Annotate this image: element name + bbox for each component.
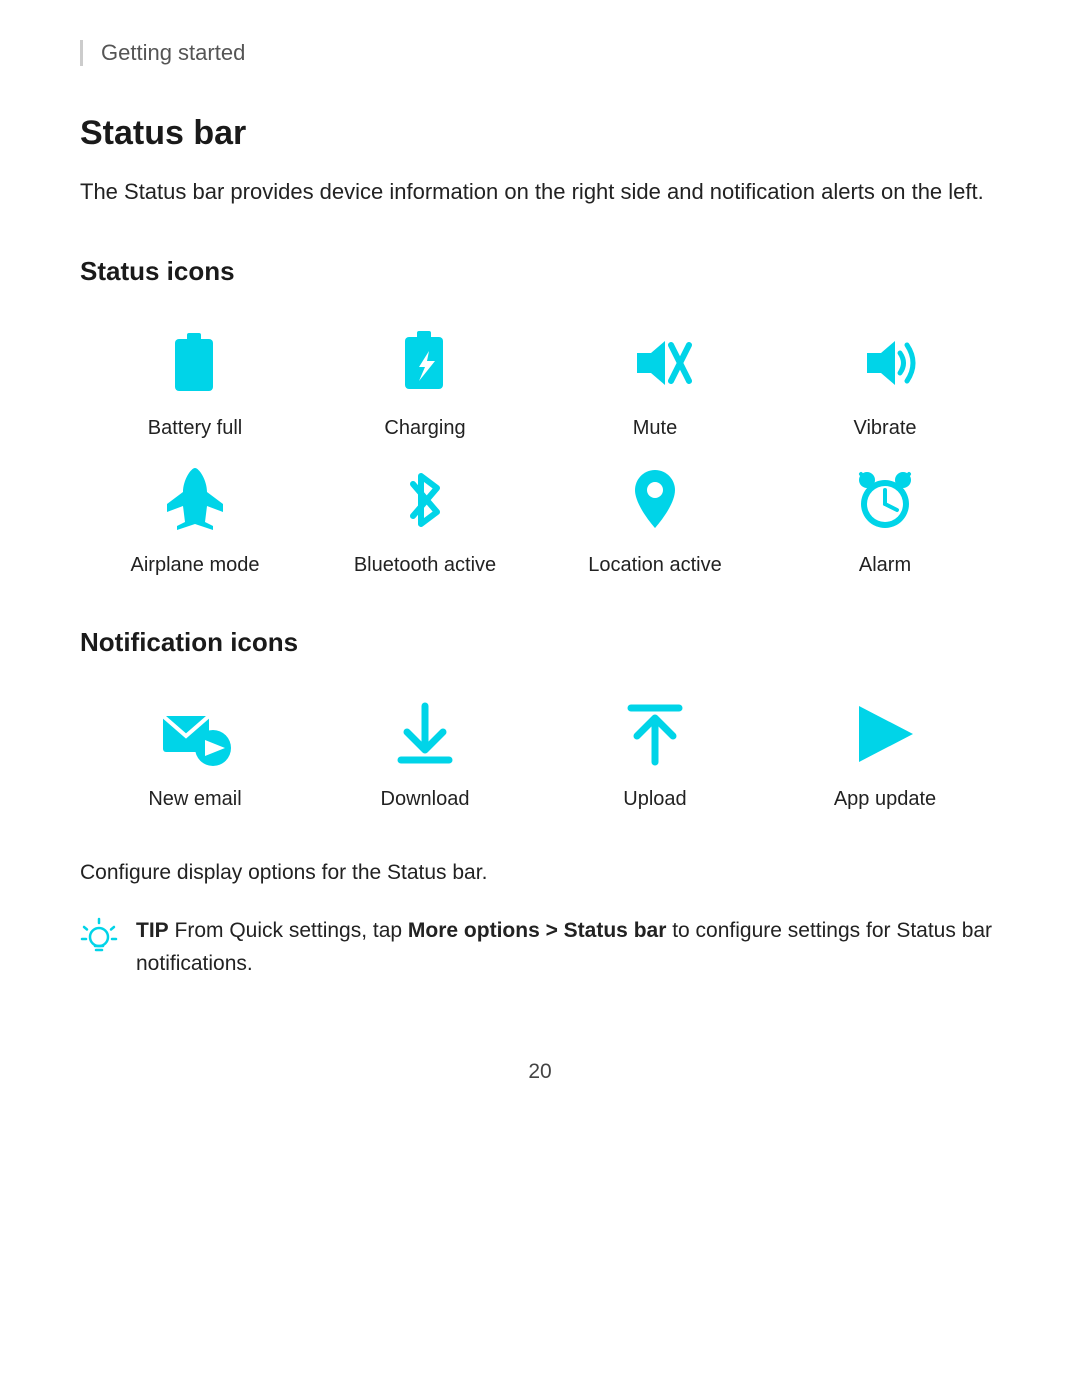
- mute-label: Mute: [633, 417, 677, 440]
- icon-cell-airplane: Airplane mode: [80, 460, 310, 577]
- tip-content: TIP From Quick settings, tap More option…: [136, 915, 1000, 980]
- download-icon: [385, 694, 465, 774]
- airplane-icon: [155, 460, 235, 540]
- icon-cell-upload: Upload: [540, 694, 770, 811]
- app-update-label: App update: [834, 788, 936, 811]
- icon-cell-mute: Mute: [540, 323, 770, 440]
- battery-full-icon: [155, 323, 235, 403]
- download-label: Download: [381, 788, 470, 811]
- location-label: Location active: [588, 554, 721, 577]
- page-number: 20: [80, 1060, 1000, 1084]
- icon-cell-bluetooth: Bluetooth active: [310, 460, 540, 577]
- status-icons-grid: Battery full Charging Mute Vibrate: [80, 323, 1000, 577]
- app-update-icon: [845, 694, 925, 774]
- alarm-icon: [845, 460, 925, 540]
- notification-icons-grid: New email Download Upload App update: [80, 694, 1000, 811]
- icon-cell-vibrate: Vibrate: [770, 323, 1000, 440]
- bluetooth-icon: [385, 460, 465, 540]
- configure-text: Configure display options for the Status…: [80, 861, 1000, 885]
- icon-cell-alarm: Alarm: [770, 460, 1000, 577]
- upload-icon: [615, 694, 695, 774]
- mute-icon: [615, 323, 695, 403]
- location-icon: [615, 460, 695, 540]
- tip-text: From Quick settings, tap: [169, 919, 408, 942]
- tip-label: TIP: [136, 919, 169, 942]
- tip-bold-text: More options > Status bar: [408, 919, 666, 942]
- email-label: New email: [148, 788, 241, 811]
- battery-full-label: Battery full: [148, 417, 242, 440]
- icon-cell-location: Location active: [540, 460, 770, 577]
- airplane-label: Airplane mode: [131, 554, 260, 577]
- icon-cell-charging: Charging: [310, 323, 540, 440]
- notification-icons-heading: Notification icons: [80, 627, 1000, 658]
- icon-cell-email: New email: [80, 694, 310, 811]
- tip-box: TIP From Quick settings, tap More option…: [80, 915, 1000, 980]
- vibrate-label: Vibrate: [853, 417, 916, 440]
- icon-cell-app-update: App update: [770, 694, 1000, 811]
- breadcrumb: Getting started: [80, 40, 1000, 66]
- alarm-label: Alarm: [859, 554, 911, 577]
- bluetooth-label: Bluetooth active: [354, 554, 496, 577]
- tip-lightbulb-icon: [80, 917, 118, 966]
- status-icons-heading: Status icons: [80, 256, 1000, 287]
- section-description: The Status bar provides device informati…: [80, 175, 1000, 208]
- upload-label: Upload: [623, 788, 686, 811]
- icon-cell-download: Download: [310, 694, 540, 811]
- email-icon: [155, 694, 235, 774]
- page-title: Status bar: [80, 114, 1000, 153]
- vibrate-icon: [845, 323, 925, 403]
- charging-icon: [385, 323, 465, 403]
- icon-cell-battery-full: Battery full: [80, 323, 310, 440]
- charging-label: Charging: [384, 417, 465, 440]
